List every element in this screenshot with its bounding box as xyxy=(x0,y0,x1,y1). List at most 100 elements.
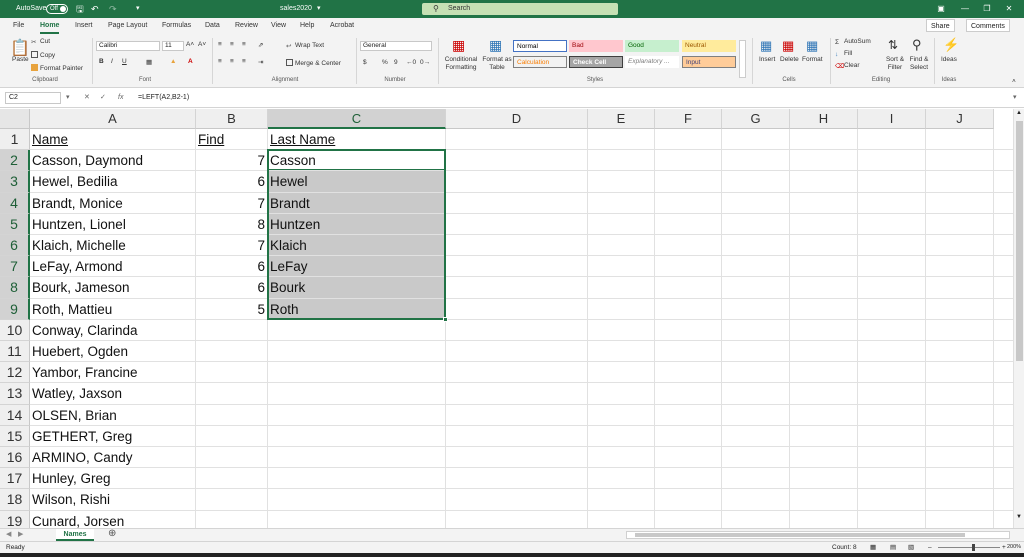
cell-c10[interactable] xyxy=(268,320,446,341)
tab-formulas[interactable]: Formulas xyxy=(162,18,191,34)
find-select-button[interactable]: Find & Select xyxy=(906,56,932,72)
search-box[interactable]: ⚲ Search xyxy=(422,3,618,15)
increase-font-icon[interactable]: A˄ xyxy=(186,41,194,48)
orientation-icon[interactable]: ⇗ xyxy=(258,41,263,49)
increase-decimal-icon[interactable]: ←0 xyxy=(406,59,416,66)
merge-center-button[interactable]: Merge & Center xyxy=(286,59,341,67)
row-header-3[interactable]: 3 xyxy=(0,171,30,193)
normal-view-icon[interactable]: ▦ xyxy=(870,542,876,553)
column-header-f[interactable]: F xyxy=(655,109,722,129)
comments-button[interactable]: Comments xyxy=(966,19,1010,32)
cell-a10[interactable]: Conway, Clarinda xyxy=(30,320,196,341)
paste-icon[interactable]: 📋 xyxy=(10,38,30,58)
save-icon[interactable]: 🖫 xyxy=(76,0,84,18)
cell-a7[interactable]: LeFay, Armond xyxy=(30,256,196,277)
row-header-5[interactable]: 5 xyxy=(0,213,30,235)
cell-a3[interactable]: Hewel, Bedilia xyxy=(30,171,196,192)
font-color-icon[interactable]: A xyxy=(188,58,193,65)
minimize-icon[interactable]: — xyxy=(954,0,976,18)
center-icon[interactable]: ≡ xyxy=(230,58,234,65)
cell-c11[interactable] xyxy=(268,341,446,362)
sort-filter-icon[interactable]: ⇅ xyxy=(888,38,898,52)
add-sheet-icon[interactable]: ⊕ xyxy=(108,528,116,539)
align-left-icon[interactable]: ≡ xyxy=(218,58,222,65)
cell-b13[interactable] xyxy=(196,383,268,404)
row-header-14[interactable]: 14 xyxy=(0,404,30,426)
ideas-button[interactable]: Ideas xyxy=(941,56,957,63)
cell-b3[interactable]: 6 xyxy=(196,171,268,192)
format-cells-button[interactable]: Format xyxy=(802,56,823,63)
cell-c13[interactable] xyxy=(268,383,446,404)
number-format-dropdown[interactable]: General xyxy=(360,41,432,51)
conditional-formatting-icon[interactable]: ▦ xyxy=(452,37,465,54)
format-as-table-icon[interactable]: ▦ xyxy=(489,37,502,54)
collapse-ribbon-icon[interactable]: ˄ xyxy=(1012,78,1016,85)
cell-b10[interactable] xyxy=(196,320,268,341)
page-break-view-icon[interactable]: ▧ xyxy=(908,542,914,553)
delete-cells-icon[interactable]: ▦ xyxy=(782,38,794,54)
indent-icon[interactable]: ⇥ xyxy=(258,58,263,66)
cell-b4[interactable]: 7 xyxy=(196,193,268,214)
zoom-level[interactable]: 200% xyxy=(1007,542,1021,553)
formula-input[interactable]: =LEFT(A2,B2-1) xyxy=(138,92,1016,104)
insert-function-button[interactable]: fx xyxy=(118,92,123,104)
share-button[interactable]: Share xyxy=(926,19,955,32)
cell-b15[interactable] xyxy=(196,426,268,447)
decrease-font-icon[interactable]: A˅ xyxy=(198,41,206,48)
zoom-out-icon[interactable]: – xyxy=(928,542,932,553)
file-title-chevron-icon[interactable]: ▾ xyxy=(317,0,321,18)
fill-handle[interactable] xyxy=(443,316,448,322)
cell-style-input[interactable]: Input xyxy=(682,56,736,68)
row-header-15[interactable]: 15 xyxy=(0,425,30,447)
zoom-slider[interactable] xyxy=(938,544,1000,551)
column-header-g[interactable]: G xyxy=(722,109,790,129)
tab-data[interactable]: Data xyxy=(205,18,220,34)
cut-button[interactable]: ✂ Cut xyxy=(31,38,50,46)
tab-help[interactable]: Help xyxy=(300,18,314,34)
cell-a2[interactable]: Casson, Daymond xyxy=(30,150,196,171)
currency-button[interactable]: $ xyxy=(363,59,367,66)
close-icon[interactable]: ✕ xyxy=(998,0,1020,18)
row-header-1[interactable]: 1 xyxy=(0,129,30,151)
cell-style-normal[interactable]: Normal xyxy=(513,40,567,52)
cell-a1[interactable]: Name xyxy=(30,129,196,150)
select-all-button[interactable] xyxy=(0,109,30,129)
cell-b9[interactable]: 5 xyxy=(196,299,268,320)
cell-style-check-cell[interactable]: Check Cell xyxy=(569,56,623,68)
cell-b11[interactable] xyxy=(196,341,268,362)
cell-b16[interactable] xyxy=(196,447,268,468)
undo-icon[interactable]: ↶ xyxy=(91,0,99,18)
align-right-icon[interactable]: ≡ xyxy=(242,58,246,65)
cell-b8[interactable]: 6 xyxy=(196,277,268,298)
cell-b17[interactable] xyxy=(196,468,268,489)
fill-button[interactable]: ↓ Fill xyxy=(835,50,852,58)
scroll-up-icon[interactable]: ▲ xyxy=(1016,110,1022,116)
cell-b14[interactable] xyxy=(196,405,268,426)
cell-a8[interactable]: Bourk, Jameson xyxy=(30,277,196,298)
format-painter-button[interactable]: Format Painter xyxy=(31,64,83,72)
cell-c19[interactable] xyxy=(268,511,446,529)
row-header-16[interactable]: 16 xyxy=(0,447,30,469)
cell-a15[interactable]: GETHERT, Greg xyxy=(30,426,196,447)
cell-c12[interactable] xyxy=(268,362,446,383)
cell-c18[interactable] xyxy=(268,489,446,510)
redo-icon[interactable]: ↷ xyxy=(109,0,117,18)
zoom-in-icon[interactable]: + xyxy=(1002,542,1006,553)
cell-a14[interactable]: OLSEN, Brian xyxy=(30,405,196,426)
insert-cells-icon[interactable]: ▦ xyxy=(760,38,772,54)
cell-a4[interactable]: Brandt, Monice xyxy=(30,193,196,214)
ribbon-display-icon[interactable]: ▣ xyxy=(930,0,952,18)
row-header-17[interactable]: 17 xyxy=(0,468,30,490)
cell-b2[interactable]: 7 xyxy=(196,150,268,171)
enter-icon[interactable]: ✓ xyxy=(100,92,106,104)
cell-b1[interactable]: Find xyxy=(196,129,268,150)
font-size-dropdown[interactable]: 11 xyxy=(162,41,184,51)
row-header-13[interactable]: 13 xyxy=(0,383,30,405)
delete-cells-button[interactable]: Delete xyxy=(780,56,799,63)
format-as-table-button[interactable]: Format as Table xyxy=(482,56,512,72)
column-header-a[interactable]: A xyxy=(30,109,196,129)
tab-home[interactable]: Home xyxy=(40,18,60,34)
column-header-b[interactable]: B xyxy=(196,109,268,129)
scroll-down-icon[interactable]: ▼ xyxy=(1016,514,1022,520)
name-box-chevron-icon[interactable]: ▾ xyxy=(66,92,70,104)
